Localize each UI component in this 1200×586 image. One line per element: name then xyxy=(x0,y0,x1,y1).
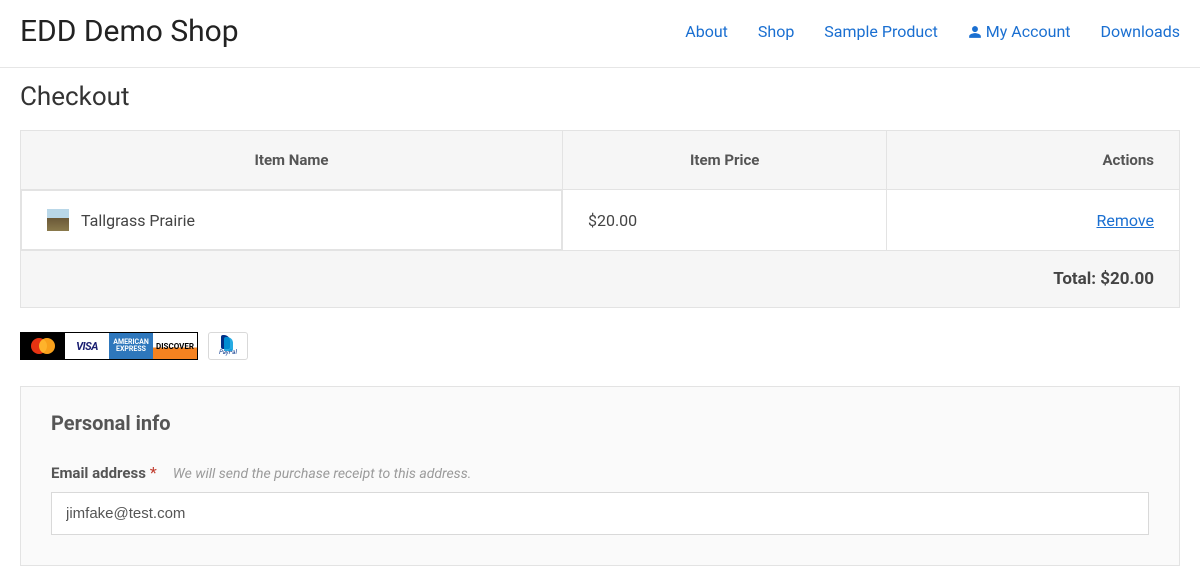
nav-about[interactable]: About xyxy=(685,22,728,41)
required-mark: * xyxy=(150,463,157,482)
col-header-item-name: Item Name xyxy=(21,131,563,190)
amex-icon: AMERICANEXPRESS xyxy=(109,333,153,359)
col-header-item-price: Item Price xyxy=(562,131,886,190)
email-hint: We will send the purchase receipt to thi… xyxy=(173,466,472,482)
cart-header-row: Item Name Item Price Actions xyxy=(21,131,1180,190)
nav-downloads[interactable]: Downloads xyxy=(1101,22,1180,41)
nav-my-account-label: My Account xyxy=(986,22,1071,41)
cart-item-price: $20.00 xyxy=(562,190,886,251)
cart-total-label: Total: xyxy=(1053,269,1096,289)
cart-row: Tallgrass Prairie $20.00 Remove xyxy=(21,190,1180,251)
cart-table: Item Name Item Price Actions Tallgrass P… xyxy=(20,130,1180,308)
nav-my-account[interactable]: My Account xyxy=(968,22,1071,41)
personal-info-panel: Personal info Email address * We will se… xyxy=(20,386,1180,566)
cart-total-value: $20.00 xyxy=(1100,269,1154,289)
personal-info-heading: Personal info xyxy=(51,411,1149,435)
paypal-icon xyxy=(221,336,235,350)
paypal-option[interactable]: PayPal xyxy=(208,332,248,360)
site-title[interactable]: EDD Demo Shop xyxy=(20,14,239,49)
visa-icon: VISA xyxy=(65,333,109,359)
site-header: EDD Demo Shop About Shop Sample Product … xyxy=(0,0,1200,68)
product-thumbnail-icon xyxy=(47,209,69,231)
page-title: Checkout xyxy=(20,82,1180,112)
nav-shop[interactable]: Shop xyxy=(758,22,794,41)
cart-item-name: Tallgrass Prairie xyxy=(81,211,195,230)
col-header-actions: Actions xyxy=(887,131,1180,190)
user-icon xyxy=(968,25,982,39)
email-label-row: Email address * We will send the purchas… xyxy=(51,463,1149,482)
remove-item-link[interactable]: Remove xyxy=(1096,211,1154,230)
email-label: Email address xyxy=(51,464,146,482)
email-label-wrap: Email address * xyxy=(51,463,157,482)
mastercard-icon xyxy=(21,333,65,359)
cart-item-cell: Tallgrass Prairie xyxy=(21,190,562,250)
primary-nav: About Shop Sample Product My Account Dow… xyxy=(685,22,1180,41)
payment-method-badges: VISA AMERICANEXPRESS DISCOVER PayPal xyxy=(20,332,1180,360)
cart-total-cell: Total: $20.00 xyxy=(21,251,1180,308)
main-content: Checkout Item Name Item Price Actions Ta… xyxy=(0,68,1200,586)
credit-cards-option[interactable]: VISA AMERICANEXPRESS DISCOVER xyxy=(20,332,198,360)
email-field[interactable] xyxy=(51,492,1149,535)
cart-item-actions: Remove xyxy=(887,190,1180,251)
discover-icon: DISCOVER xyxy=(153,333,197,359)
cart-total-row: Total: $20.00 xyxy=(21,251,1180,308)
nav-sample-product[interactable]: Sample Product xyxy=(824,22,938,41)
